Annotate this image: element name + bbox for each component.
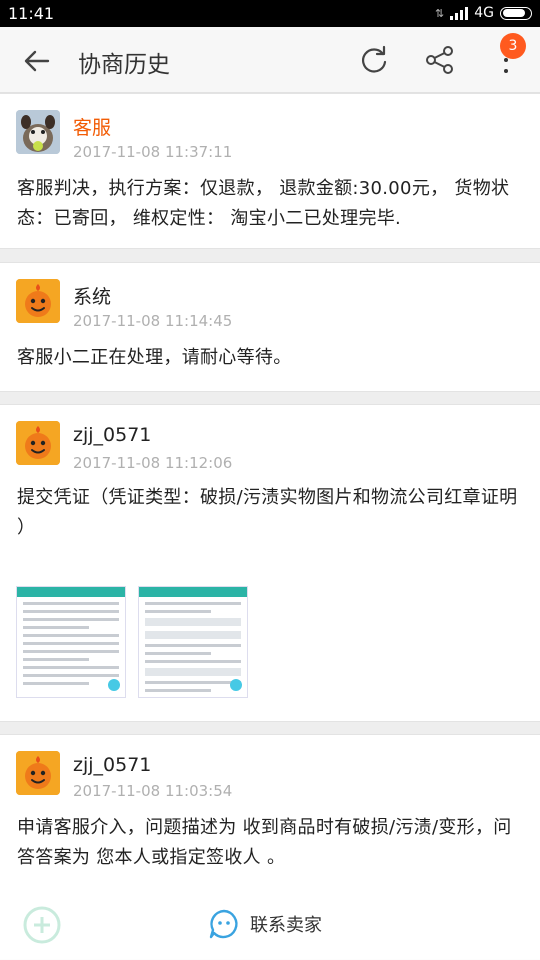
author-name: zjj_0571 <box>73 754 152 776</box>
mascot-avatar-icon <box>16 421 60 465</box>
bottom-action-bar: 联系卖家 <box>0 888 540 960</box>
author-name: 系统 <box>73 286 112 308</box>
back-arrow-icon <box>24 50 50 72</box>
mascot-avatar-icon <box>16 279 60 323</box>
author-name: 客服 <box>73 117 112 139</box>
message-text: 申请客服介入，问题描述为 收到商品时有破损/污渍/变形，问答答案为 您本人或指定… <box>17 817 512 868</box>
evidence-image-thumbnail[interactable] <box>16 586 126 698</box>
message-text: 客服小二正在处理，请耐心等待。 <box>17 347 292 368</box>
app-bar: 协商历史 <box>0 27 540 93</box>
network-type: 4G <box>474 5 494 21</box>
faded-logo-icon <box>23 906 61 944</box>
avatar[interactable] <box>16 751 60 795</box>
message-text: 提交凭证（凭证类型：破损/污渍实物图片和物流公司红章证明 ） <box>17 487 518 538</box>
page-title: 协商历史 <box>78 52 170 78</box>
chat-fab-icon <box>108 679 120 691</box>
mascot-avatar-icon <box>16 751 60 795</box>
chat-bubble-icon <box>209 909 238 939</box>
timestamp: 2017-11-08 11:12:06 <box>73 454 233 472</box>
back-button[interactable] <box>20 44 54 78</box>
avatar[interactable] <box>16 110 60 154</box>
status-bar: 11:41 ⇅ 4G <box>0 0 540 27</box>
data-transfer-icon: ⇅ <box>435 6 445 20</box>
dog-avatar-icon <box>16 110 60 154</box>
status-time: 11:41 <box>8 4 55 23</box>
share-button[interactable] <box>423 43 457 77</box>
chat-fab-icon <box>230 679 242 691</box>
refresh-button[interactable] <box>357 43 391 77</box>
timestamp: 2017-11-08 11:03:54 <box>73 782 233 800</box>
contact-seller-button[interactable]: 联系卖家 <box>208 904 322 944</box>
battery-icon <box>500 6 532 20</box>
evidence-image-thumbnail[interactable] <box>138 586 248 698</box>
refresh-icon <box>362 45 387 73</box>
contact-seller-label: 联系卖家 <box>250 915 322 936</box>
history-card: 系统 2017-11-08 11:14:45 客服小二正在处理，请耐心等待。 <box>0 262 540 392</box>
history-card: 客服 2017-11-08 11:37:11 客服判决，执行方案：仅退款， 退款… <box>0 93 540 249</box>
avatar[interactable] <box>16 279 60 323</box>
author-name: zjj_0571 <box>73 424 152 446</box>
message-text: 客服判决，执行方案：仅退款， 退款金额:30.00元， 货物状态：已寄回， 维权… <box>17 178 510 229</box>
share-icon <box>426 46 453 74</box>
timestamp: 2017-11-08 11:14:45 <box>73 312 233 330</box>
timestamp: 2017-11-08 11:37:11 <box>73 143 233 161</box>
notification-badge: 3 <box>500 33 526 59</box>
status-indicators: ⇅ 4G <box>435 5 532 21</box>
signal-icon <box>450 6 469 20</box>
avatar[interactable] <box>16 421 60 465</box>
